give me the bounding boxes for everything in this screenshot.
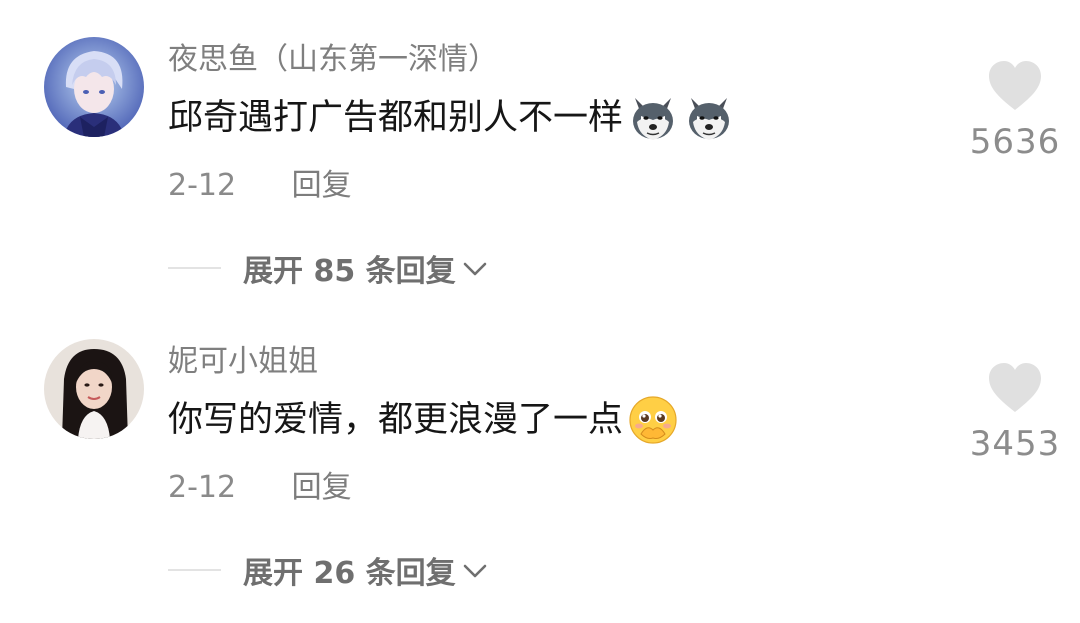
avatar[interactable]: [44, 339, 144, 439]
comment-text: 邱奇遇打广告都和别人不一样: [168, 91, 735, 145]
comment-username[interactable]: 夜思鱼（山东第一深情）: [168, 38, 498, 82]
comment-text-content: 你写的爱情，都更浪漫了一点: [168, 400, 624, 440]
comment-item: 妮可小姐姐 你写的爱情，都更浪漫了一点 2-12 回复 展开 26 条回复 34…: [0, 302, 1080, 602]
chevron-down-icon: [463, 262, 486, 276]
husky-dog-emoji: [683, 92, 735, 144]
reply-button[interactable]: 回复: [292, 470, 352, 505]
like-count: 5636: [969, 122, 1061, 162]
divider-line: [168, 267, 221, 269]
comment-meta: 2-12 回复: [168, 465, 352, 511]
like-count: 3453: [969, 424, 1061, 464]
comment-meta: 2-12 回复: [168, 163, 352, 209]
pleading-face-emoji: [627, 394, 679, 446]
expand-replies-label: 展开 85 条回复: [243, 254, 456, 289]
comment-username[interactable]: 妮可小姐姐: [168, 340, 318, 384]
like-button[interactable]: 5636: [960, 60, 1070, 162]
reply-button[interactable]: 回复: [292, 168, 352, 203]
comment-text-content: 邱奇遇打广告都和别人不一样: [168, 98, 624, 138]
comment-date: 2-12: [168, 168, 237, 203]
heart-icon: [989, 363, 1041, 412]
comment-date: 2-12: [168, 470, 237, 505]
expand-replies-button[interactable]: 展开 26 条回复: [168, 545, 490, 595]
chevron-down-icon: [463, 564, 486, 578]
expand-replies-label: 展开 26 条回复: [243, 556, 456, 591]
divider-line: [168, 569, 221, 571]
expand-replies-button[interactable]: 展开 85 条回复: [168, 243, 490, 293]
comment-text: 你写的爱情，都更浪漫了一点: [168, 393, 679, 447]
husky-dog-emoji: [627, 92, 679, 144]
like-button[interactable]: 3453: [960, 362, 1070, 464]
heart-icon: [989, 61, 1041, 110]
comment-item: 夜思鱼（山东第一深情） 邱奇遇打广告都和别人不一样 2-12 回复 展开 85 …: [0, 0, 1080, 300]
avatar[interactable]: [44, 37, 144, 137]
